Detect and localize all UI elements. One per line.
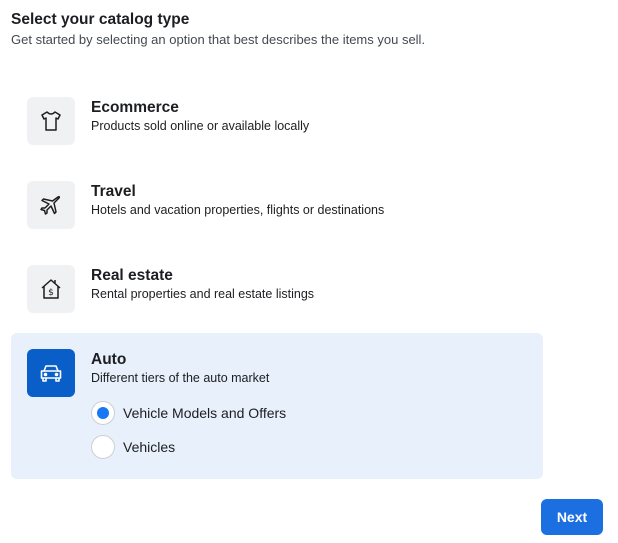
car-icon bbox=[27, 349, 75, 397]
radio-label: Vehicle Models and Offers bbox=[123, 405, 287, 421]
option-name: Auto bbox=[91, 351, 127, 368]
airplane-icon bbox=[27, 181, 75, 229]
page-title: Select your catalog type bbox=[11, 11, 190, 28]
house-dollar-icon: $ bbox=[27, 265, 75, 313]
option-description: Hotels and vacation properties, flights … bbox=[91, 203, 385, 217]
shirt-icon bbox=[27, 97, 75, 145]
radio-button[interactable] bbox=[91, 435, 115, 459]
option-description: Rental properties and real estate listin… bbox=[91, 287, 315, 301]
page-header: Select your catalog type Get started by … bbox=[11, 10, 425, 48]
option-name: Ecommerce bbox=[91, 99, 179, 116]
next-button[interactable]: Next bbox=[541, 499, 603, 535]
radio-button[interactable] bbox=[91, 401, 115, 425]
catalog-option-auto[interactable]: Auto Different tiers of the auto market … bbox=[11, 333, 543, 479]
catalog-option-real-estate[interactable]: $ Real estate Rental properties and real… bbox=[11, 265, 543, 313]
radio-vehicles[interactable]: Vehicles bbox=[91, 435, 175, 459]
radio-vehicle-models-and-offers[interactable]: Vehicle Models and Offers bbox=[91, 401, 286, 425]
option-name: Real estate bbox=[91, 267, 173, 284]
option-description: Products sold online or available locall… bbox=[91, 119, 310, 133]
radio-label: Vehicles bbox=[123, 439, 176, 455]
option-description: Different tiers of the auto market bbox=[91, 371, 270, 385]
svg-text:$: $ bbox=[48, 288, 54, 298]
page-subtitle: Get started by selecting an option that … bbox=[11, 32, 426, 47]
catalog-option-ecommerce[interactable]: Ecommerce Products sold online or availa… bbox=[11, 97, 543, 145]
catalog-option-travel[interactable]: Travel Hotels and vacation properties, f… bbox=[11, 181, 543, 229]
option-name: Travel bbox=[91, 183, 136, 200]
